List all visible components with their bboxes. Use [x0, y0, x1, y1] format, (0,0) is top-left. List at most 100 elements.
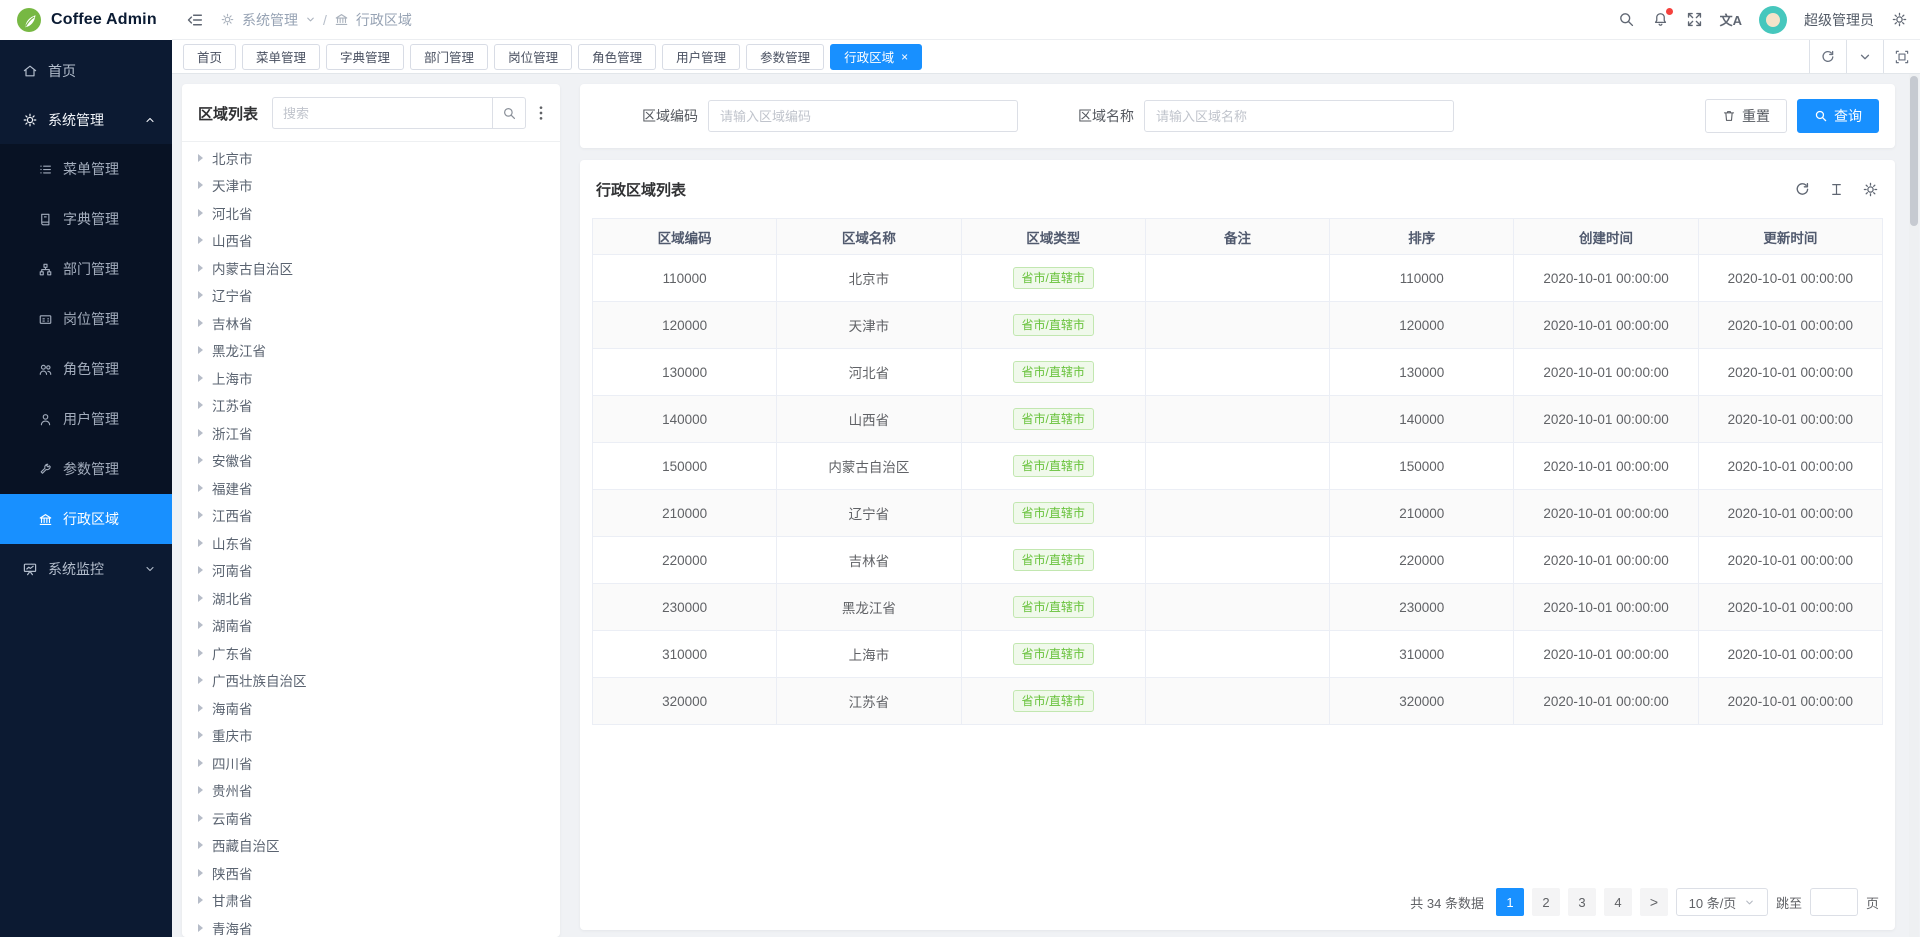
column-settings-gear-icon[interactable]	[1862, 181, 1879, 198]
sidebar-item-user-mgmt[interactable]: 用户管理	[0, 394, 172, 444]
tree-node[interactable]: 浙江省	[182, 419, 560, 447]
avatar[interactable]	[1759, 6, 1787, 34]
tab[interactable]: 参数管理	[746, 44, 824, 70]
caret-right-icon[interactable]	[198, 566, 203, 574]
table-row[interactable]: 150000 内蒙古自治区 省市/直辖市 150000 2020-10-01 0…	[593, 443, 1883, 490]
caret-right-icon[interactable]	[198, 154, 203, 162]
tree-node[interactable]: 湖北省	[182, 584, 560, 612]
tree-node[interactable]: 内蒙古自治区	[182, 254, 560, 282]
caret-right-icon[interactable]	[198, 236, 203, 244]
tab[interactable]: 角色管理	[578, 44, 656, 70]
page-number-button[interactable]: 2	[1532, 888, 1560, 916]
sidebar-item-param-mgmt[interactable]: 参数管理	[0, 444, 172, 494]
table-row[interactable]: 310000 上海市 省市/直辖市 310000 2020-10-01 00:0…	[593, 631, 1883, 678]
caret-right-icon[interactable]	[198, 181, 203, 189]
vertical-scrollbar[interactable]	[1909, 74, 1919, 937]
tree-node[interactable]: 上海市	[182, 364, 560, 392]
more-options-icon[interactable]	[534, 105, 548, 121]
sidebar-item-post-mgmt[interactable]: 岗位管理	[0, 294, 172, 344]
caret-right-icon[interactable]	[198, 429, 203, 437]
sidebar-collapse-icon[interactable]	[186, 11, 204, 29]
search-icon[interactable]	[1618, 11, 1635, 28]
reset-button[interactable]: 重置	[1705, 99, 1787, 133]
table-row[interactable]: 140000 山西省 省市/直辖市 140000 2020-10-01 00:0…	[593, 396, 1883, 443]
tree-node[interactable]: 广西壮族自治区	[182, 667, 560, 695]
tree-node[interactable]: 辽宁省	[182, 282, 560, 310]
username[interactable]: 超级管理员	[1804, 10, 1874, 30]
sidebar-item-dept-mgmt[interactable]: 部门管理	[0, 244, 172, 294]
tree-node[interactable]: 安徽省	[182, 447, 560, 475]
sidebar-item-system[interactable]: 系统管理	[0, 95, 172, 144]
table-row[interactable]: 120000 天津市 省市/直辖市 120000 2020-10-01 00:0…	[593, 302, 1883, 349]
caret-right-icon[interactable]	[198, 841, 203, 849]
caret-right-icon[interactable]	[198, 759, 203, 767]
tree-node[interactable]: 陕西省	[182, 859, 560, 887]
tree-node[interactable]: 甘肃省	[182, 887, 560, 915]
region-code-input[interactable]	[708, 100, 1018, 132]
tab[interactable]: 首页	[183, 44, 236, 70]
table-header-cell[interactable]: 创建时间	[1514, 219, 1698, 255]
caret-right-icon[interactable]	[198, 374, 203, 382]
fullscreen-icon[interactable]	[1686, 11, 1703, 28]
caret-right-icon[interactable]	[198, 291, 203, 299]
caret-right-icon[interactable]	[198, 676, 203, 684]
caret-right-icon[interactable]	[198, 484, 203, 492]
scrollbar-thumb[interactable]	[1910, 76, 1918, 226]
table-header-cell[interactable]: 更新时间	[1698, 219, 1882, 255]
tree-node[interactable]: 西藏自治区	[182, 832, 560, 860]
caret-right-icon[interactable]	[198, 594, 203, 602]
tree-node[interactable]: 青海省	[182, 914, 560, 937]
caret-right-icon[interactable]	[198, 924, 203, 932]
tree-node[interactable]: 福建省	[182, 474, 560, 502]
sidebar-item-role-mgmt[interactable]: 角色管理	[0, 344, 172, 394]
table-row[interactable]: 220000 吉林省 省市/直辖市 220000 2020-10-01 00:0…	[593, 537, 1883, 584]
tree-node[interactable]: 重庆市	[182, 722, 560, 750]
tab[interactable]: 岗位管理	[494, 44, 572, 70]
sidebar-item-home[interactable]: 首页	[0, 46, 172, 95]
tree-node[interactable]: 江苏省	[182, 392, 560, 420]
caret-right-icon[interactable]	[198, 209, 203, 217]
caret-right-icon[interactable]	[198, 896, 203, 904]
caret-right-icon[interactable]	[198, 539, 203, 547]
caret-right-icon[interactable]	[198, 264, 203, 272]
jump-page-input[interactable]	[1810, 888, 1858, 916]
expand-view-icon[interactable]	[1883, 40, 1920, 73]
tree-node[interactable]: 黑龙江省	[182, 337, 560, 365]
caret-right-icon[interactable]	[198, 319, 203, 327]
tab[interactable]: 部门管理	[410, 44, 488, 70]
tree-node[interactable]: 山东省	[182, 529, 560, 557]
sidebar-item-region[interactable]: 行政区域	[0, 494, 172, 544]
sidebar-item-monitor[interactable]: 系统监控	[0, 544, 172, 593]
table-row[interactable]: 230000 黑龙江省 省市/直辖市 230000 2020-10-01 00:…	[593, 584, 1883, 631]
tab[interactable]: 用户管理	[662, 44, 740, 70]
table-row[interactable]: 130000 河北省 省市/直辖市 130000 2020-10-01 00:0…	[593, 349, 1883, 396]
page-number-button[interactable]: 3	[1568, 888, 1596, 916]
settings-gear-icon[interactable]	[1891, 11, 1908, 28]
tree-node[interactable]: 山西省	[182, 227, 560, 255]
table-header-cell[interactable]: 排序	[1330, 219, 1514, 255]
chevron-down-icon[interactable]	[1846, 40, 1883, 73]
tree-node[interactable]: 贵州省	[182, 777, 560, 805]
caret-right-icon[interactable]	[198, 649, 203, 657]
caret-right-icon[interactable]	[198, 621, 203, 629]
tree-node[interactable]: 河南省	[182, 557, 560, 585]
refresh-icon[interactable]	[1794, 181, 1811, 198]
notification-bell-icon[interactable]	[1652, 11, 1669, 28]
table-row[interactable]: 320000 江苏省 省市/直辖市 320000 2020-10-01 00:0…	[593, 678, 1883, 725]
caret-right-icon[interactable]	[198, 814, 203, 822]
tab-close-icon[interactable]	[901, 51, 908, 63]
app-logo[interactable]: Coffee Admin	[0, 0, 172, 40]
next-page-button[interactable]: >	[1640, 888, 1668, 916]
table-header-cell[interactable]: 区域名称	[777, 219, 961, 255]
row-density-icon[interactable]	[1829, 181, 1844, 198]
tree-node[interactable]: 云南省	[182, 804, 560, 832]
tree-node[interactable]: 江西省	[182, 502, 560, 530]
sidebar-item-dict-mgmt[interactable]: 字典管理	[0, 194, 172, 244]
table-row[interactable]: 210000 辽宁省 省市/直辖市 210000 2020-10-01 00:0…	[593, 490, 1883, 537]
query-button[interactable]: 查询	[1797, 99, 1879, 133]
language-switch-icon[interactable]: 文A	[1720, 10, 1742, 29]
caret-right-icon[interactable]	[198, 786, 203, 794]
table-header-cell[interactable]: 备注	[1145, 219, 1329, 255]
tree-node[interactable]: 天津市	[182, 172, 560, 200]
tree-node[interactable]: 河北省	[182, 199, 560, 227]
